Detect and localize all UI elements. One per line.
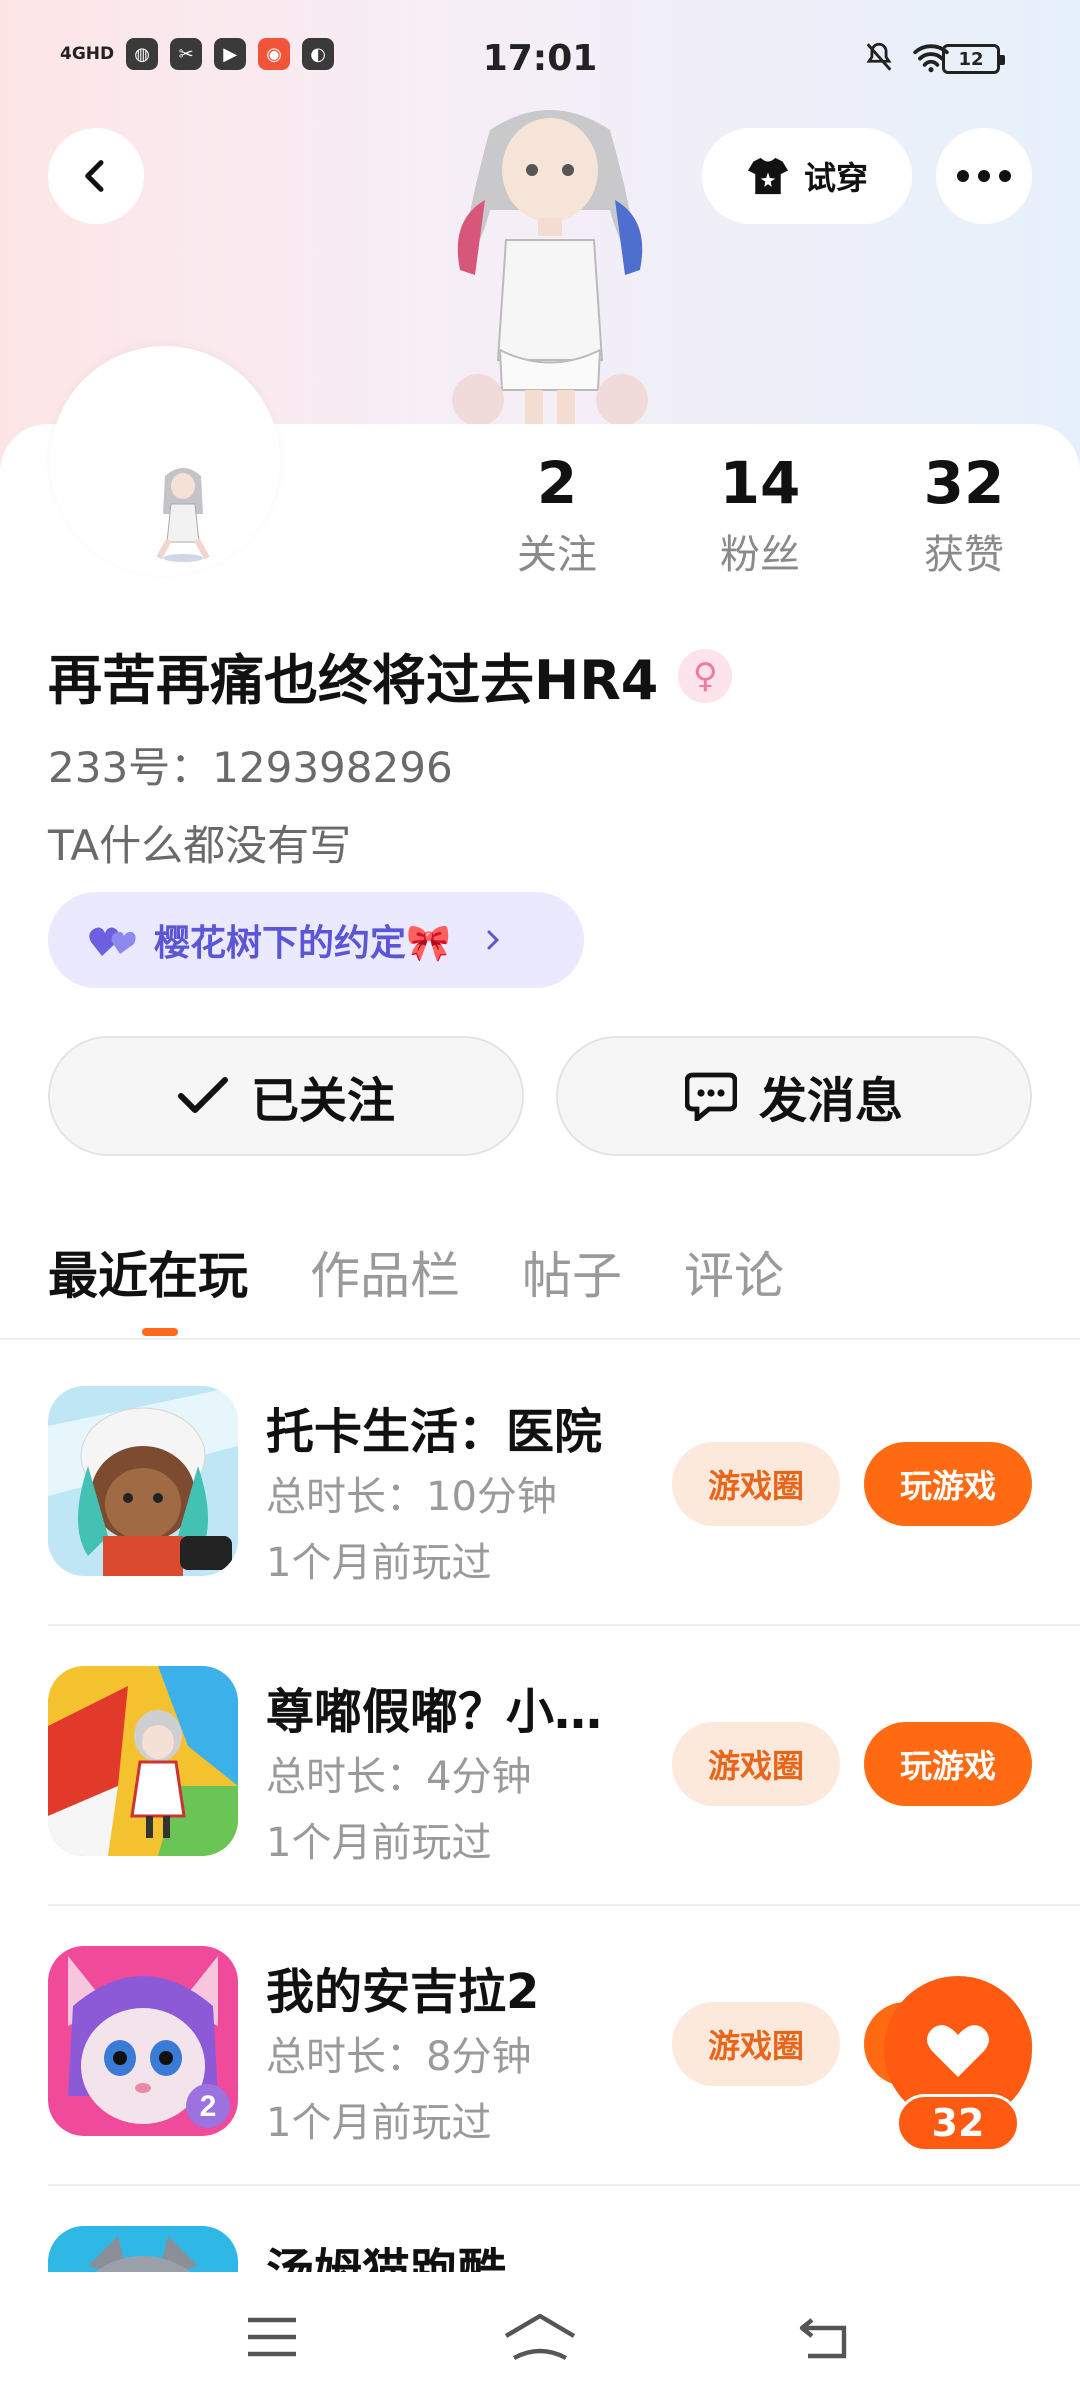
try-on-label: 试穿 [803,159,868,197]
mute-icon [866,42,892,71]
tab-recent-played[interactable]: 最近在玩 [48,1236,248,1308]
game-icon-zunduxiadu [48,1666,238,1856]
tabs-divider [0,1338,1080,1340]
tshirt-icon [747,157,788,195]
system-navigation-bar [0,2272,1080,2400]
svg-text:2: 2 [200,2090,217,2123]
tab-posts[interactable]: 帖子 [522,1236,622,1308]
game-last-played: 1个月前玩过 [266,2100,492,2146]
avatar-figure-image [452,110,648,430]
battery-level: 12 [958,48,984,70]
game-title: 托卡生活：医院 [266,1404,603,1460]
message-button-label: 发消息 [758,1073,903,1129]
game-last-played: 1个月前玩过 [266,1540,492,1586]
menu-icon[interactable] [244,2312,300,2362]
game-circle-button[interactable]: 游戏圈 [672,1442,840,1526]
game-icon-toca-hospital [48,1386,238,1576]
game-circle-button[interactable]: 游戏圈 [672,1722,840,1806]
double-heart-icon [89,927,136,956]
game-duration: 总时长：8分钟 [266,2034,532,2080]
stat-following[interactable]: 2 关注 [477,448,637,580]
stat-followers[interactable]: 14 粉丝 [680,448,840,580]
more-dots-icon [957,170,1011,182]
relationship-badge[interactable]: 樱花树下的约定🎀 [48,892,584,988]
game-title: 汤姆猫跑酷 [266,2244,507,2272]
game-circle-button[interactable]: 游戏圈 [672,2002,840,2086]
back-nav-icon[interactable] [796,2312,852,2362]
check-icon [177,1077,228,1113]
tab-comments[interactable]: 评论 [684,1236,784,1308]
heart-icon [927,2025,989,2077]
likes-label: 获赞 [924,532,1004,578]
game-title: 尊嘟假嘟？小… [266,1684,603,1740]
game-list-item[interactable]: 托卡生活：医院 总时长：10分钟 1个月前玩过 游戏圈 玩游戏 [0,1346,1080,1626]
user-bio: TA什么都没有写 [48,821,352,870]
following-count: 2 [536,449,578,517]
profile-tabs: 最近在玩 作品栏 帖子 评论 [48,1236,784,1308]
chat-bubble-icon [684,1072,737,1121]
followers-label: 粉丝 [720,532,800,578]
game-icon-my-angela-2: 2 [48,1946,238,2136]
game-list-item[interactable]: 汤姆猫跑酷 [0,2186,1080,2272]
user-id: 233号：129398296 [48,743,453,792]
game-icon-tom-running [48,2226,238,2272]
play-game-button[interactable]: 玩游戏 [864,1442,1032,1526]
battery-icon: 12 [942,44,1005,74]
back-button[interactable] [48,128,144,224]
avatar-mini-figure [156,468,210,562]
avatar[interactable] [50,346,280,576]
badge-label: 樱花树下的约定🎀 [154,923,451,964]
game-title: 我的安吉拉2 [266,1964,540,2020]
stat-likes[interactable]: 32 获赞 [884,448,1044,580]
game-duration: 总时长：4分钟 [266,1754,532,1800]
followers-count: 14 [719,449,801,517]
profile-name: 再苦再痛也终将过去HR4 [48,649,659,712]
profile-name-row: 再苦再痛也终将过去HR4 ♀ [48,636,733,715]
tab-works[interactable]: 作品栏 [310,1236,460,1308]
chevron-left-icon [85,160,104,192]
more-options-button[interactable] [936,128,1032,224]
try-on-button[interactable]: 试穿 [702,128,912,224]
chevron-right-icon [487,930,499,950]
game-last-played: 1个月前玩过 [266,1820,492,1866]
home-icon[interactable] [502,2312,578,2362]
female-gender-icon: ♀ [678,648,733,703]
following-button[interactable]: 已关注 [48,1036,524,1156]
active-tab-indicator [142,1328,178,1336]
following-button-label: 已关注 [250,1073,395,1129]
likes-count: 32 [923,449,1005,517]
like-count-badge: 32 [896,2094,1020,2152]
following-label: 关注 [517,532,597,578]
game-list-item[interactable]: 尊嘟假嘟？小… 总时长：4分钟 1个月前玩过 游戏圈 玩游戏 [0,1626,1080,1906]
play-game-button[interactable]: 玩游戏 [864,1722,1032,1806]
message-button[interactable]: 发消息 [556,1036,1032,1156]
game-duration: 总时长：10分钟 [266,1474,557,1520]
